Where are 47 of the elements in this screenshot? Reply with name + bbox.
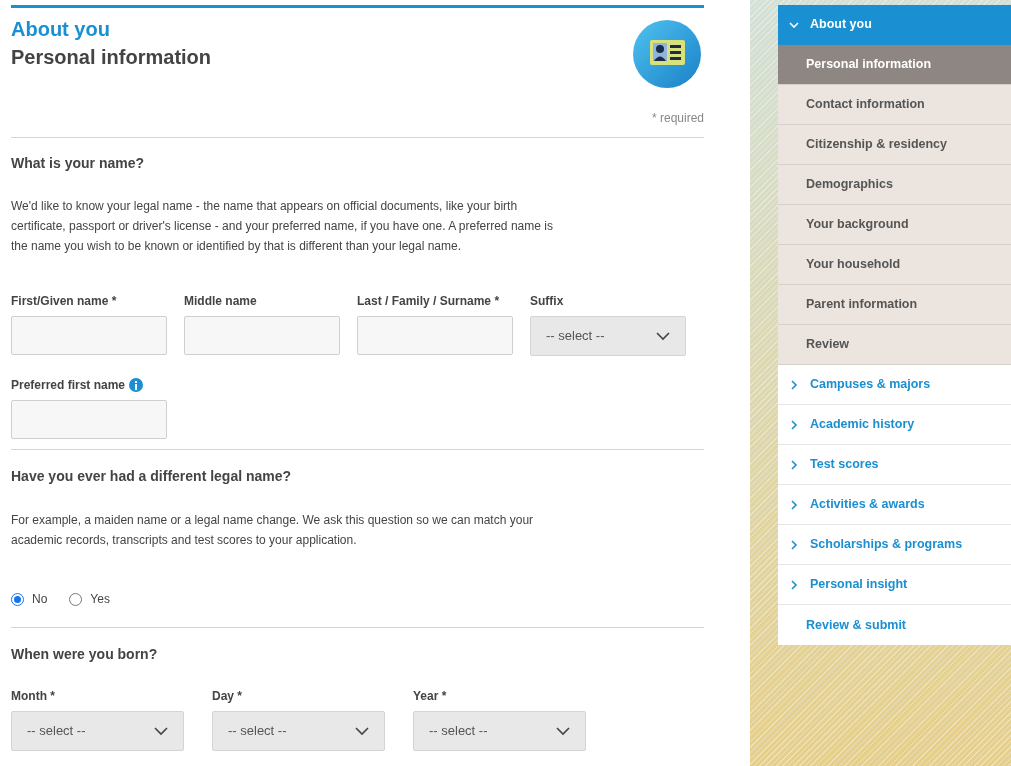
chevron-icon	[556, 726, 570, 736]
field-label: Month *	[11, 688, 56, 704]
nav-item[interactable]: Your background	[778, 205, 1011, 245]
input-field[interactable]	[357, 316, 513, 355]
chevron-icon	[788, 578, 800, 591]
input-field[interactable]	[11, 400, 167, 439]
radio-option[interactable]: No	[11, 590, 48, 608]
required-note: * required	[651, 110, 704, 127]
input-field[interactable]	[11, 316, 167, 355]
chevron-icon	[788, 378, 800, 391]
id-card-icon	[633, 20, 701, 88]
description-text: For example, a maiden name or a legal name change. We ask this question so we can match your academic records, transcripts and test scores to your application.	[11, 512, 535, 549]
nav-item[interactable]: Contact information	[778, 85, 1011, 125]
select-dropdown[interactable]: -- select --	[11, 711, 184, 751]
field-label: Middle name	[184, 293, 258, 309]
field-label: Last / Family / Surname *	[357, 293, 501, 309]
chevron-icon	[788, 458, 800, 471]
chevron-icon	[788, 538, 800, 551]
select-dropdown[interactable]: -- select --	[413, 711, 586, 751]
chevron-icon	[788, 418, 800, 431]
section-heading: Have you ever had a different legal name?	[11, 467, 293, 486]
nav-item[interactable]: Review	[778, 325, 1011, 365]
chevron-icon	[154, 726, 168, 736]
field-label: Day *	[212, 688, 244, 704]
chevron-icon	[355, 726, 369, 736]
chevron-icon	[788, 498, 800, 511]
nav-item[interactable]: Citizenship & residency	[778, 125, 1011, 165]
field-label: First/Given name *	[11, 293, 118, 309]
chevron-icon	[656, 331, 670, 341]
section-heading: What is your name?	[11, 154, 146, 173]
select-dropdown[interactable]: -- select --	[530, 316, 686, 356]
field-label: Year *	[413, 688, 448, 704]
select-dropdown[interactable]: -- select --	[212, 711, 385, 751]
input-field[interactable]	[184, 316, 340, 355]
section-heading: When were you born?	[11, 645, 159, 664]
description-text: We'd like to know your legal name - the name that appears on official documents, like your birth certificate, passport or driver's license - and your preferred name, if you have one. A preferred name is the name you wish to be known or identified by that is different than your legal name.	[11, 198, 554, 255]
info-icon[interactable]	[129, 378, 144, 392]
nav-item[interactable]: Demographics	[778, 165, 1011, 205]
field-label: Preferred first name	[11, 377, 126, 393]
section-title: About you	[11, 17, 111, 42]
page-title: Personal information	[11, 45, 212, 70]
nav-item[interactable]: Parent information	[778, 285, 1011, 325]
nav-item[interactable]: Personal information	[778, 45, 1011, 85]
nav-section[interactable]: About you	[778, 5, 1011, 45]
radio-option[interactable]: Yes	[69, 590, 110, 608]
nav-item[interactable]: Your household	[778, 245, 1011, 285]
field-label: Suffix	[530, 293, 565, 309]
